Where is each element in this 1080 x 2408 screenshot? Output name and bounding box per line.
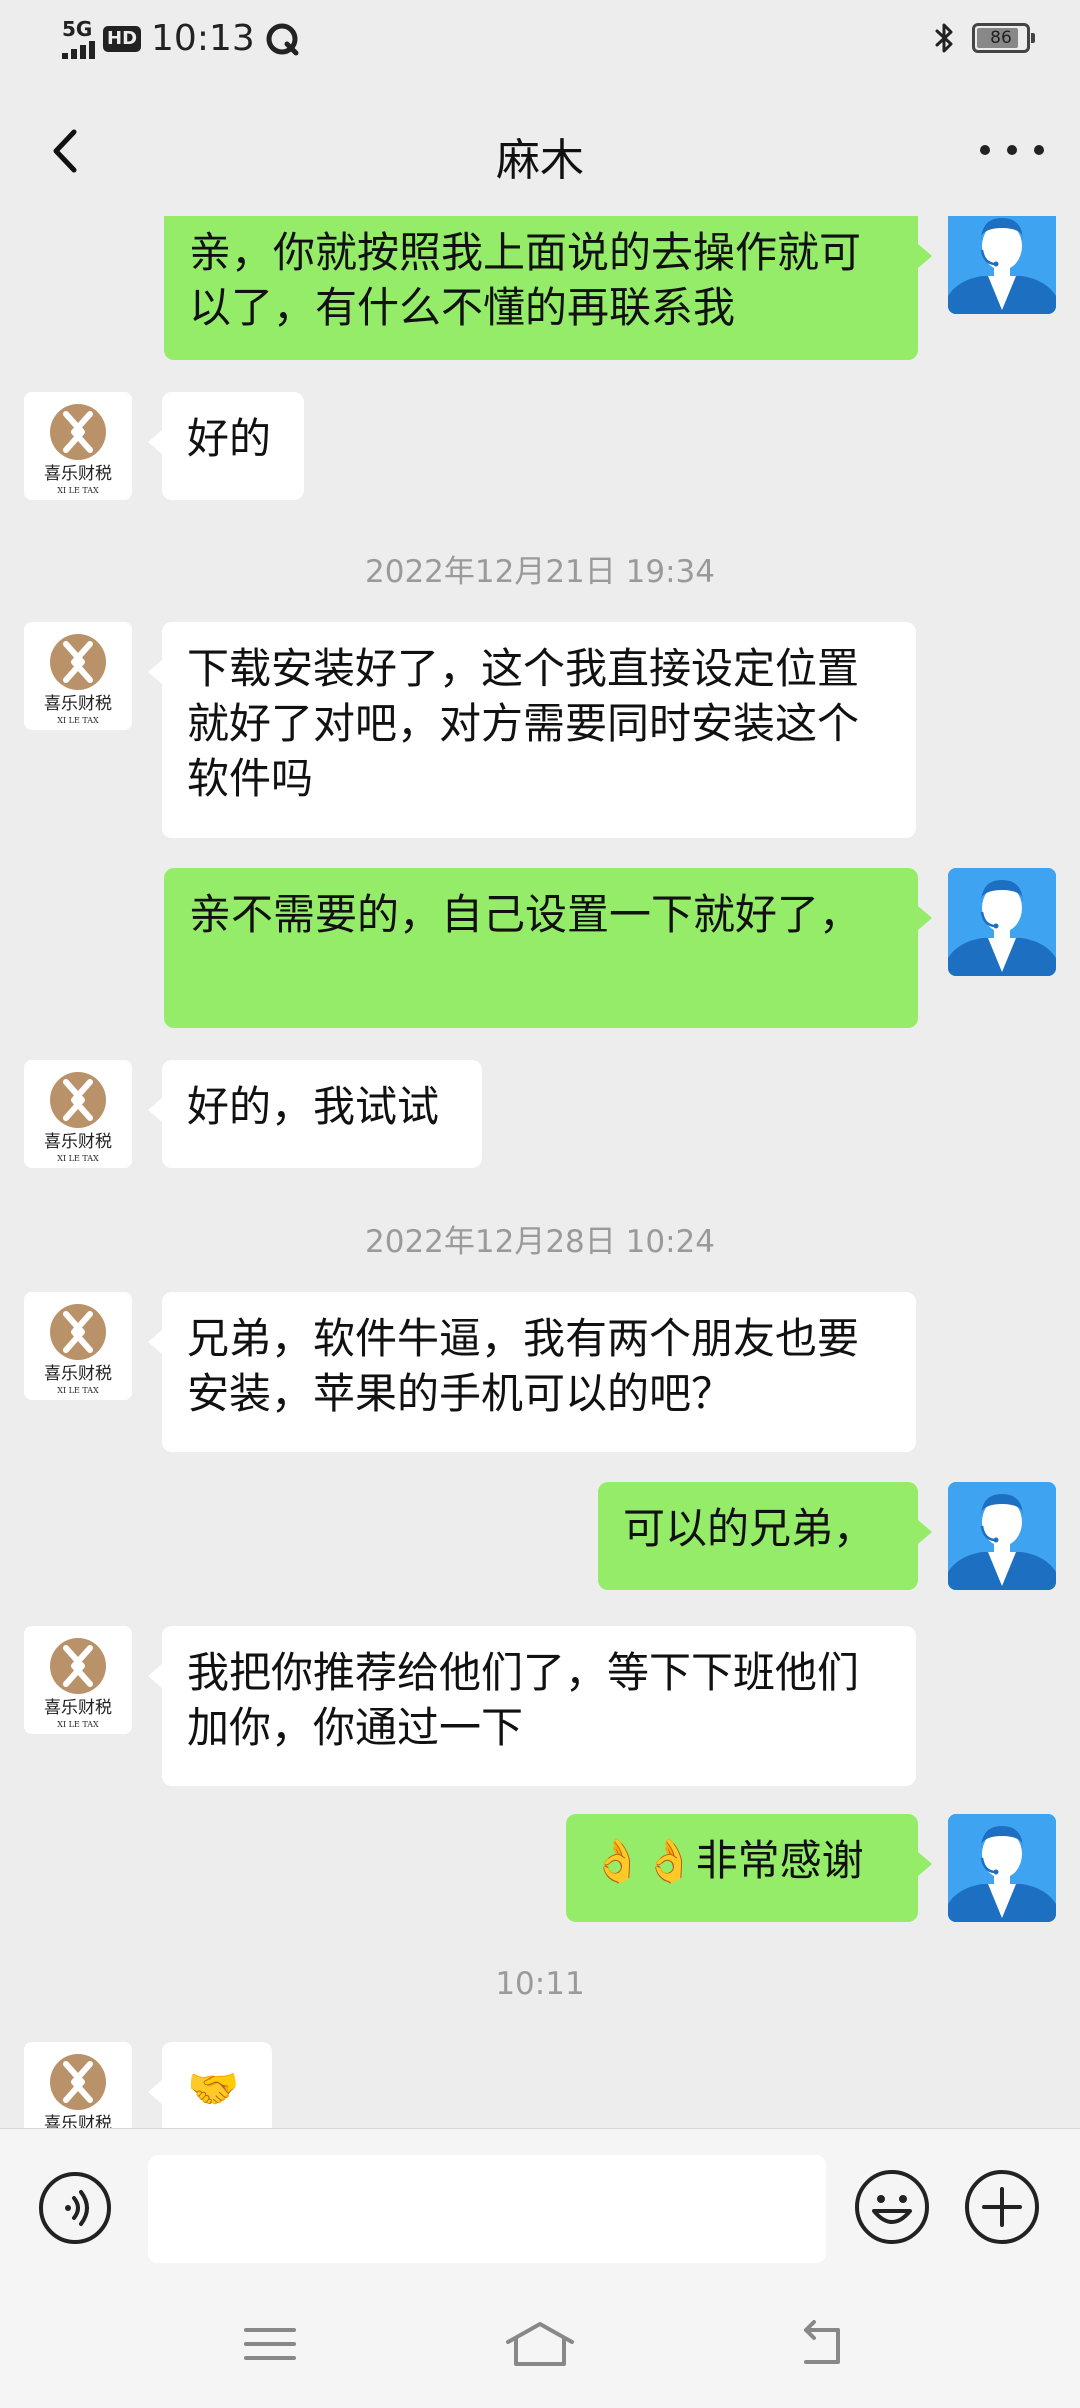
- contact-avatar[interactable]: 喜乐财税 XI LE TAX: [24, 622, 132, 730]
- timestamp: 10:11: [495, 1966, 585, 2002]
- contact-avatar[interactable]: 喜乐财税 XI LE TAX: [24, 1626, 132, 1734]
- hd-badge: HD: [103, 25, 142, 52]
- incoming-message: 喜乐财税XI LE TAX🤝: [0, 2042, 1080, 2128]
- status-bar: 5G HD 10:13 86: [0, 0, 1080, 80]
- contact-avatar[interactable]: 喜乐财税 XI LE TAX: [24, 392, 132, 500]
- emoji-icon[interactable]: [854, 2169, 930, 2245]
- agent-avatar[interactable]: [948, 1482, 1056, 1590]
- svg-text:XI LE TAX: XI LE TAX: [57, 1720, 99, 1729]
- message-bubble[interactable]: 好的: [148, 392, 304, 500]
- menu-icon[interactable]: [240, 2314, 300, 2374]
- incoming-message: 喜乐财税 XI LE TAX 好的，我试试: [0, 1060, 1080, 1168]
- agent-avatar[interactable]: [948, 868, 1056, 976]
- home-icon[interactable]: [504, 2314, 576, 2374]
- incoming-message: 喜乐财税 XI LE TAX 兄弟，软件牛逼，我有两个朋友也要安装，苹果的手机可以的…: [0, 1292, 1080, 1452]
- message-bubble[interactable]: 🤝: [148, 2042, 272, 2128]
- status-right: 86: [934, 22, 1035, 54]
- battery-level: 86: [990, 28, 1012, 48]
- timestamp: 2022年12月21日 19:34: [365, 554, 715, 590]
- plus-icon[interactable]: [964, 2169, 1040, 2245]
- incoming-message: 喜乐财税 XI LE TAX 我把你推荐给他们了，等下下班他们加你，你通过一下: [0, 1626, 1080, 1786]
- message-bubble[interactable]: 兄弟，软件牛逼，我有两个朋友也要安装，苹果的手机可以的吧？: [148, 1292, 916, 1452]
- network-type: 5G: [62, 16, 93, 41]
- message-bubble[interactable]: 我把你推荐给他们了，等下下班他们加你，你通过一下: [148, 1626, 916, 1786]
- outgoing-message: 👌👌非常感谢: [0, 1814, 1080, 1922]
- bluetooth-icon: [935, 23, 953, 53]
- contact-avatar[interactable]: 喜乐财税XI LE TAX: [24, 2042, 132, 2128]
- svg-text:XI LE TAX: XI LE TAX: [57, 1386, 99, 1395]
- signal-icon: 5G: [62, 19, 95, 59]
- message-bubble[interactable]: 👌👌非常感谢: [566, 1814, 932, 1922]
- notification-icon: [266, 23, 299, 55]
- incoming-message: 喜乐财税 XI LE TAX 好的: [0, 392, 1080, 500]
- svg-text:喜乐财税: 喜乐财税: [44, 1698, 112, 1718]
- agent-avatar[interactable]: [948, 216, 1056, 314]
- status-time: 10:13: [151, 18, 255, 59]
- svg-text:喜乐财税: 喜乐财税: [44, 694, 112, 714]
- voice-icon[interactable]: [38, 2171, 112, 2245]
- message-bubble[interactable]: 好的，我试试: [148, 1060, 482, 1168]
- message-input[interactable]: [148, 2155, 826, 2263]
- contact-avatar[interactable]: 喜乐财税 XI LE TAX: [24, 1060, 132, 1168]
- chat-title: 麻木: [496, 135, 584, 186]
- input-bar: [0, 2128, 1080, 2285]
- message-bubble[interactable]: 可以的兄弟，: [598, 1482, 932, 1590]
- back-icon[interactable]: [792, 2314, 852, 2374]
- message-bubble[interactable]: 下载安装好了，这个我直接设定位置就好了对吧，对方需要同时安装这个软件吗: [148, 622, 916, 838]
- svg-text:喜乐财税: 喜乐财税: [44, 1132, 112, 1152]
- timestamp: 2022年12月28日 10:24: [365, 1224, 715, 1260]
- message-bubble[interactable]: 亲，你就按照我上面说的去操作就可以了，有什么不懂的再联系我: [164, 216, 932, 360]
- svg-text:喜乐财税: 喜乐财税: [44, 464, 112, 484]
- outgoing-message: 可以的兄弟，: [0, 1482, 1080, 1590]
- chat-area[interactable]: 亲，你就按照我上面说的去操作就可以了，有什么不懂的再联系我 喜乐财税 XI LE T…: [0, 216, 1080, 2128]
- outgoing-message: 亲，你就按照我上面说的去操作就可以了，有什么不懂的再联系我: [0, 216, 1080, 360]
- svg-text:喜乐财税: 喜乐财税: [44, 2114, 112, 2128]
- contact-avatar[interactable]: 喜乐财税 XI LE TAX: [24, 1292, 132, 1400]
- outgoing-message: 亲不需要的，自己设置一下就好了，: [0, 868, 1080, 1028]
- battery-icon: 86: [972, 23, 1035, 53]
- message-bubble[interactable]: 亲不需要的，自己设置一下就好了，: [164, 868, 932, 1028]
- agent-avatar[interactable]: [948, 1814, 1056, 1922]
- status-left: 5G HD 10:13: [62, 18, 299, 59]
- incoming-message: 喜乐财税 XI LE TAX 下载安装好了，这个我直接设定位置就好了对吧，对方需要同…: [0, 622, 1080, 838]
- svg-text:XI LE TAX: XI LE TAX: [57, 486, 99, 495]
- svg-text:喜乐财税: 喜乐财税: [44, 1364, 112, 1384]
- more-dots-icon[interactable]: [980, 130, 1044, 170]
- system-nav-bar: [0, 2284, 1080, 2408]
- chat-header: 麻木: [0, 80, 1080, 220]
- svg-text:XI LE TAX: XI LE TAX: [57, 1154, 99, 1163]
- svg-text:XI LE TAX: XI LE TAX: [57, 716, 99, 725]
